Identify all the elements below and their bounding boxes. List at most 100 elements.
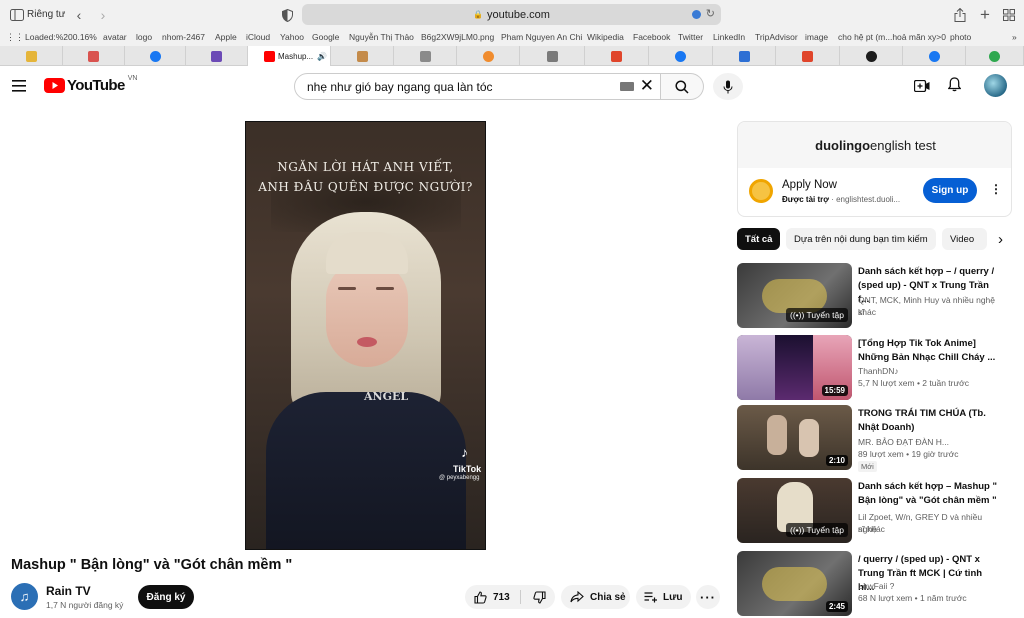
tab-favicon-only[interactable] xyxy=(966,46,1024,66)
reload-icon[interactable]: ↻ xyxy=(706,7,715,20)
keyboard-icon[interactable] xyxy=(620,82,634,91)
tab-favicon-only[interactable] xyxy=(903,46,966,66)
like-button[interactable]: 713 xyxy=(465,585,520,609)
tab-favicon-only[interactable] xyxy=(713,46,776,66)
account-avatar[interactable] xyxy=(984,74,1007,97)
search-button[interactable] xyxy=(661,73,704,100)
recommendation-item[interactable]: 2:10 TRONG TRÁI TIM CHÚA (Tb. Nhật Doanh… xyxy=(737,405,1012,472)
tab-favicon-only[interactable] xyxy=(63,46,125,66)
bookmarks-bar: ⋮⋮ Loaded:%200.16% avatar logo nhom-2467… xyxy=(0,30,1024,46)
bookmark-item[interactable]: Apple xyxy=(215,32,237,42)
tab-active-youtube[interactable]: Mashup... 🔊 xyxy=(248,46,331,66)
bookmark-item[interactable]: cho hệ pt (m...hoả mãn xy>0 xyxy=(838,32,946,42)
tab-favicon-only[interactable] xyxy=(394,46,457,66)
bookmark-item[interactable]: iCloud xyxy=(246,32,270,42)
save-button[interactable]: Lưu xyxy=(636,585,691,609)
recommendation-item[interactable]: ((•)) Tuyển tập Danh sách kết hợp – Mash… xyxy=(737,478,1012,544)
tiktok-handle: @ peyxabengg xyxy=(439,475,480,481)
tab-favicon-icon xyxy=(482,50,494,62)
tab-overview-icon[interactable] xyxy=(1000,6,1018,24)
voice-search-button[interactable] xyxy=(713,73,743,100)
recommendation-item[interactable]: 2:45 / querry / (sped up) - QNT x Trung … xyxy=(737,551,1012,616)
share-button[interactable]: Chia sẻ xyxy=(561,585,630,609)
forward-icon[interactable]: › xyxy=(94,6,112,24)
bookmark-item[interactable]: Google xyxy=(312,32,339,42)
tab-favicon-only[interactable] xyxy=(186,46,248,66)
chip-all[interactable]: Tất cả xyxy=(737,228,781,250)
bookmark-item[interactable]: nhom-2467 xyxy=(162,32,205,42)
youtube-logo[interactable]: YouTube VN xyxy=(44,75,137,94)
recommendation-thumbnail: ((•)) Tuyển tập xyxy=(737,263,852,328)
ad-signup-button[interactable]: Sign up xyxy=(923,178,977,203)
tab-favicon-only[interactable] xyxy=(0,46,63,66)
video-subject-eye xyxy=(376,287,394,290)
bookmark-item[interactable]: avatar xyxy=(103,32,127,42)
channel-avatar[interactable]: ♫ xyxy=(11,583,38,610)
dislike-button[interactable] xyxy=(523,585,555,609)
recommendation-item[interactable]: 15:59 [Tổng Hợp Tik Tok Anime] Những Bản… xyxy=(737,335,1012,401)
extension-icon[interactable] xyxy=(692,10,701,19)
bookmark-item[interactable]: Facebook xyxy=(633,32,670,42)
bookmark-item[interactable]: Twitter xyxy=(678,32,703,42)
notifications-bell-icon[interactable] xyxy=(947,77,962,97)
chip-video[interactable]: Video xyxy=(942,228,987,250)
music-note-icon: ♫ xyxy=(19,589,30,604)
bookmark-item[interactable]: Pham Nguyen An Chi xyxy=(501,32,582,42)
video-subject-bangs xyxy=(326,232,408,274)
ad-more-icon[interactable]: ⋮ xyxy=(990,182,1002,196)
clear-search-icon[interactable]: ✕ xyxy=(640,76,654,96)
menu-icon[interactable] xyxy=(12,79,26,97)
like-dislike-group: 713 xyxy=(465,585,555,609)
bookmark-item[interactable]: TripAdvisor xyxy=(755,32,798,42)
bookmark-item[interactable]: photo xyxy=(950,32,971,42)
back-icon[interactable]: ‹ xyxy=(70,6,88,24)
save-label: Lưu xyxy=(663,591,683,603)
tab-favicon-icon xyxy=(419,50,431,62)
share-label: Chia sẻ xyxy=(590,591,626,603)
bookmark-item[interactable]: Loaded:%200.16% xyxy=(25,32,97,42)
new-tab-icon[interactable]: + xyxy=(976,5,994,24)
audio-playing-icon[interactable]: 🔊 xyxy=(317,52,327,61)
tiktok-icon: ♪ xyxy=(461,444,468,460)
shirt-text: ANGEL xyxy=(364,390,409,403)
more-bookmarks-icon[interactable]: » xyxy=(1012,32,1017,42)
tab-favicon-only[interactable] xyxy=(125,46,186,66)
more-actions-button[interactable]: ··· xyxy=(696,585,720,609)
chevron-right-icon[interactable]: › xyxy=(989,228,1012,250)
apps-grid-icon[interactable]: ⋮⋮ xyxy=(6,32,24,43)
bookmark-item[interactable]: Wikipedia xyxy=(587,32,624,42)
bookmark-item[interactable]: Nguyễn Thị Thảo xyxy=(349,32,414,42)
video-player[interactable]: NGĂN LỜI HÁT ANH VIẾT, ANH ĐÂU QUÊN ĐƯỢC… xyxy=(245,121,486,550)
tab-favicon-icon xyxy=(738,50,750,62)
tab-favicon-only[interactable] xyxy=(457,46,520,66)
bookmark-item[interactable]: logo xyxy=(136,32,152,42)
bookmark-item[interactable]: Yahoo xyxy=(280,32,304,42)
tab-favicon-only[interactable] xyxy=(520,46,585,66)
bookmark-item[interactable]: image xyxy=(805,32,828,42)
tab-favicon-only[interactable] xyxy=(331,46,394,66)
more-horizontal-icon: ··· xyxy=(700,589,716,605)
tab-favicon-only[interactable] xyxy=(840,46,903,66)
ad-logo-icon xyxy=(749,179,773,203)
search-input[interactable]: nhẹ như gió bay ngang qua làn tóc ✕ xyxy=(294,73,661,100)
thumbnail-art xyxy=(737,335,775,400)
create-video-icon[interactable] xyxy=(913,79,930,97)
recommendation-thumbnail: 2:45 xyxy=(737,551,852,616)
shield-icon[interactable] xyxy=(278,6,296,24)
channel-name[interactable]: Rain TV xyxy=(46,584,91,598)
share-icon[interactable] xyxy=(951,6,969,24)
chip-related[interactable]: Dựa trên nội dung bạn tìm kiếm xyxy=(786,228,936,250)
address-bar[interactable]: 🔒 youtube.com ↻ xyxy=(302,4,721,25)
tab-favicon-only[interactable] xyxy=(776,46,840,66)
tab-favicon-only[interactable] xyxy=(585,46,649,66)
bookmark-item[interactable]: B6g2XW9jLM0.png xyxy=(421,32,494,42)
lock-icon: 🔒 xyxy=(473,10,483,19)
bookmark-item[interactable]: LinkedIn xyxy=(713,32,745,42)
recommendation-item[interactable]: ((•)) Tuyển tập Danh sách kết hợp – / qu… xyxy=(737,263,1012,329)
playlist-tag: ((•)) Tuyển tập xyxy=(785,523,848,537)
sponsored-ad[interactable]: duolingo english test Apply Now Được tài… xyxy=(737,121,1012,217)
sidebar-toggle-icon[interactable] xyxy=(8,6,26,24)
subscribe-button[interactable]: Đăng ký xyxy=(138,585,194,609)
tab-favicon-only[interactable] xyxy=(649,46,713,66)
duration-label: 15:59 xyxy=(821,385,848,396)
